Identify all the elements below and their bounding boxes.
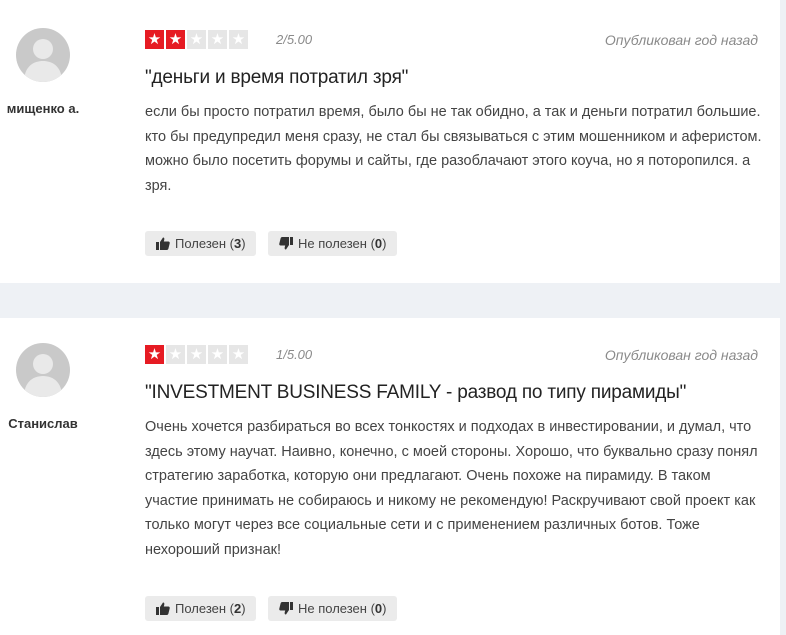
review-card: Станислав ★ ★ ★ ★ ★ 1/5.00 Опубликован г… — [0, 318, 780, 635]
thumbs-up-icon — [156, 602, 170, 615]
thumbs-up-icon — [156, 237, 170, 250]
rating-stars: ★ ★ ★ ★ ★ — [145, 30, 248, 49]
unhelpful-button[interactable]: Не полезен (0) — [268, 596, 397, 621]
unhelpful-button[interactable]: Не полезен (0) — [268, 231, 397, 256]
review-title: "INVESTMENT BUSINESS FAMILY - развод по … — [145, 382, 687, 403]
user-silhouette-icon — [24, 354, 62, 397]
unhelpful-count: 0 — [374, 601, 383, 616]
star-icon: ★ — [229, 30, 248, 49]
star-icon: ★ — [208, 345, 227, 364]
unhelpful-label: Не полезен — [298, 601, 367, 616]
author-name: мищенко а. — [6, 101, 80, 116]
star-icon: ★ — [208, 30, 227, 49]
unhelpful-count: 0 — [374, 236, 383, 251]
helpful-button[interactable]: Полезен (3) — [145, 231, 256, 256]
star-icon: ★ — [187, 30, 206, 49]
helpful-label: Полезен — [175, 601, 227, 616]
star-icon: ★ — [187, 345, 206, 364]
helpful-button[interactable]: Полезен (2) — [145, 596, 256, 621]
published-date: Опубликован год назад — [604, 347, 758, 363]
review-card: мищенко а. ★ ★ ★ ★ ★ 2/5.00 Опубликован … — [0, 0, 780, 283]
helpful-label: Полезен — [175, 236, 227, 251]
star-icon: ★ — [145, 345, 164, 364]
helpful-count: 2 — [234, 601, 242, 616]
review-body: если бы просто потратил время, было бы н… — [145, 104, 762, 194]
rating-score: 2/5.00 — [276, 32, 313, 47]
avatar — [16, 343, 70, 397]
star-icon: ★ — [229, 345, 248, 364]
star-icon: ★ — [166, 345, 185, 364]
star-icon: ★ — [145, 30, 164, 49]
thumbs-down-icon — [279, 602, 293, 615]
page-gutter — [780, 0, 786, 635]
review-body: Очень хочется разбираться во всех тонкос… — [145, 419, 758, 558]
published-date: Опубликован год назад — [604, 32, 758, 48]
rating-score: 1/5.00 — [276, 347, 313, 362]
review-title: "деньги и время потратил зря" — [145, 67, 409, 88]
helpful-count: 3 — [234, 236, 242, 251]
unhelpful-label: Не полезен — [298, 236, 367, 251]
user-silhouette-icon — [24, 39, 62, 82]
star-icon: ★ — [166, 30, 185, 49]
thumbs-down-icon — [279, 237, 293, 250]
rating-stars: ★ ★ ★ ★ ★ — [145, 345, 248, 364]
avatar — [16, 28, 70, 82]
author-name: Станислав — [8, 416, 78, 431]
